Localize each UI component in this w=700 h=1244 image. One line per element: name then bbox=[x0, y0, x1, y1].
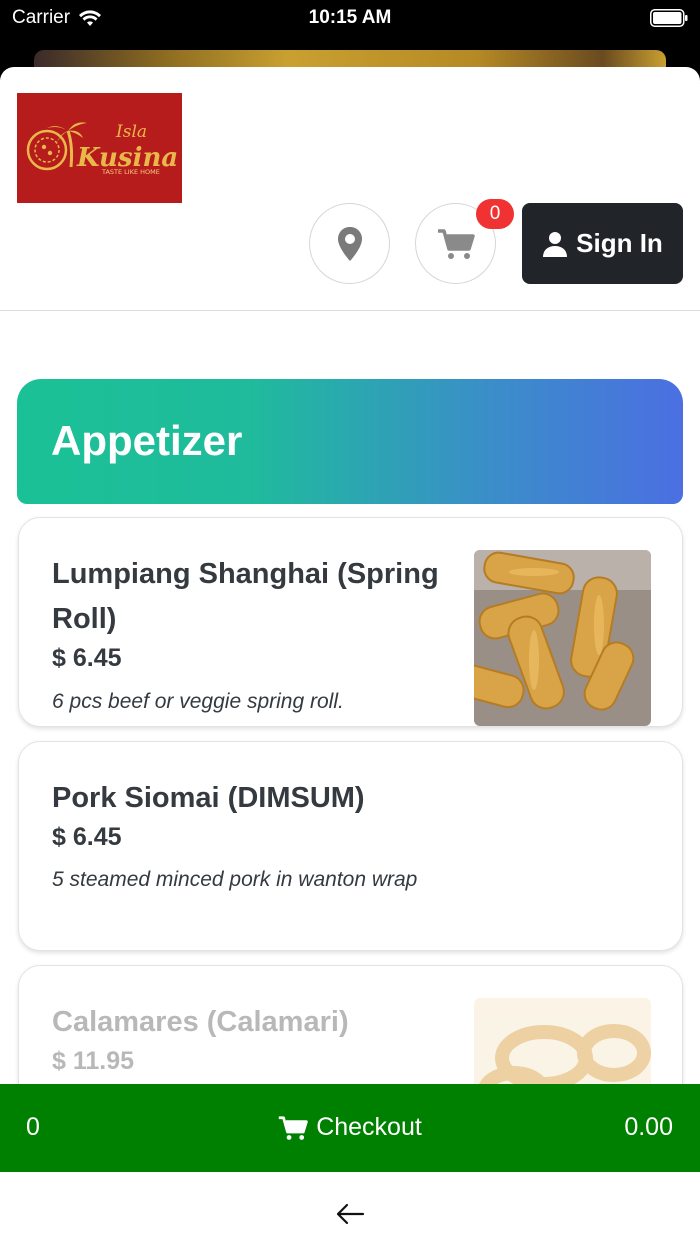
sign-in-label: Sign In bbox=[576, 228, 663, 258]
menu-item-name: Calamares (Calamari) bbox=[52, 1006, 349, 1038]
cart-count-badge: 0 bbox=[476, 199, 514, 229]
menu-item-name: Pork Siomai (DIMSUM) bbox=[52, 782, 365, 814]
user-icon bbox=[543, 231, 568, 257]
checkout-button[interactable]: Checkout bbox=[0, 1113, 700, 1142]
bottom-navigation bbox=[0, 1172, 700, 1244]
status-bar: Carrier 10:15 AM bbox=[0, 0, 700, 50]
checkout-cart-icon bbox=[278, 1115, 308, 1140]
menu-item-price: $ 11.95 bbox=[52, 1047, 135, 1075]
menu-item-description: 6 pcs beef or veggie spring roll. bbox=[52, 690, 344, 713]
logo-brand-small: Isla bbox=[115, 122, 147, 142]
header: Isla Kusina TASTE LIKE HOME 0 Sign In bbox=[0, 67, 700, 311]
menu-item-price: $ 6.45 bbox=[52, 823, 122, 851]
battery-icon bbox=[650, 9, 688, 27]
menu-item-price: $ 6.45 bbox=[52, 644, 122, 672]
menu-item-description: 5 steamed minced pork in wanton wrap bbox=[52, 868, 418, 891]
sign-in-button[interactable]: Sign In bbox=[522, 203, 683, 284]
menu-sheet: Isla Kusina TASTE LIKE HOME 0 Sign In Ap… bbox=[0, 67, 700, 1244]
checkout-total: 0.00 bbox=[624, 1113, 673, 1141]
location-pin-icon bbox=[337, 226, 362, 261]
back-arrow-icon[interactable] bbox=[335, 1202, 365, 1226]
spring-roll-photo bbox=[474, 550, 651, 726]
logo-tagline: TASTE LIKE HOME bbox=[101, 168, 160, 176]
shopping-cart-icon bbox=[437, 228, 475, 259]
location-button[interactable] bbox=[309, 203, 390, 284]
category-title: Appetizer bbox=[51, 417, 243, 464]
menu-item-card[interactable]: Pork Siomai (DIMSUM) $ 6.45 5 steamed mi… bbox=[18, 741, 683, 951]
checkout-bar[interactable]: 0 Checkout 0.00 bbox=[0, 1084, 700, 1172]
checkout-label: Checkout bbox=[316, 1113, 422, 1141]
clock: 10:15 AM bbox=[308, 7, 392, 28]
menu-item-name: Lumpiang Shanghai (Spring Roll) bbox=[52, 558, 439, 635]
restaurant-logo[interactable]: Isla Kusina TASTE LIKE HOME bbox=[17, 93, 182, 203]
category-header-appetizer[interactable]: Appetizer bbox=[17, 379, 683, 504]
menu-item-card[interactable]: Lumpiang Shanghai (Spring Roll) $ 6.45 6… bbox=[18, 517, 683, 727]
